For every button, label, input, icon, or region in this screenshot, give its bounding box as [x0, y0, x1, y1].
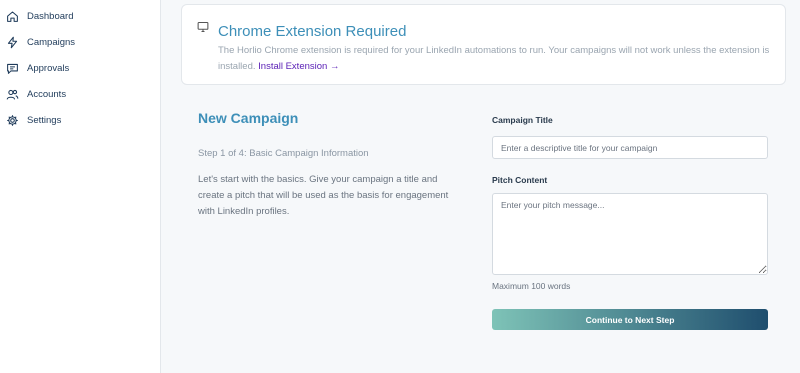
message-icon — [5, 61, 19, 75]
sidebar-item-label: Accounts — [27, 88, 67, 100]
pitch-content-label: Pitch Content — [492, 175, 548, 185]
sidebar-item-dashboard[interactable]: Dashboard — [0, 3, 160, 29]
lightning-icon — [5, 35, 19, 49]
campaign-description: Let's start with the basics. Give your c… — [198, 174, 449, 217]
page-title: New Campaign — [198, 110, 299, 126]
users-icon — [5, 87, 19, 101]
campaign-form: Campaign Title Pitch Content Maximum 100… — [492, 110, 769, 330]
sidebar-item-label: Settings — [27, 114, 62, 126]
pitch-content-textarea[interactable] — [492, 193, 768, 275]
sidebar-item-label: Dashboard — [27, 10, 74, 22]
sidebar-item-accounts[interactable]: Accounts — [0, 81, 160, 107]
campaign-title-input[interactable] — [492, 136, 768, 159]
sidebar-item-campaigns[interactable]: Campaigns — [0, 29, 160, 55]
banner-body: The Horlio Chrome extension is required … — [218, 43, 778, 74]
banner-title: Chrome Extension Required — [218, 23, 407, 40]
step-indicator: Step 1 of 4: Basic Campaign Information — [198, 148, 369, 159]
sidebar: Dashboard Campaigns Approvals Accounts S… — [0, 0, 161, 373]
sidebar-item-label: Approvals — [27, 62, 70, 74]
main-content: Chrome Extension Required The Horlio Chr… — [161, 0, 800, 373]
home-icon — [5, 9, 19, 23]
campaign-intro: New Campaign Step 1 of 4: Basic Campaign… — [198, 110, 458, 220]
gear-icon — [5, 113, 19, 127]
sidebar-item-label: Campaigns — [27, 36, 76, 48]
continue-button[interactable]: Continue to Next Step — [492, 309, 768, 330]
sidebar-item-settings[interactable]: Settings — [0, 107, 160, 133]
pitch-word-limit-hint: Maximum 100 words — [492, 281, 571, 291]
monitor-icon — [197, 20, 209, 33]
sidebar-item-approvals[interactable]: Approvals — [0, 55, 160, 81]
campaign-title-label: Campaign Title — [492, 115, 553, 125]
install-extension-link[interactable]: Install Extension → — [258, 61, 339, 72]
extension-warning-banner: Chrome Extension Required The Horlio Chr… — [181, 4, 786, 85]
